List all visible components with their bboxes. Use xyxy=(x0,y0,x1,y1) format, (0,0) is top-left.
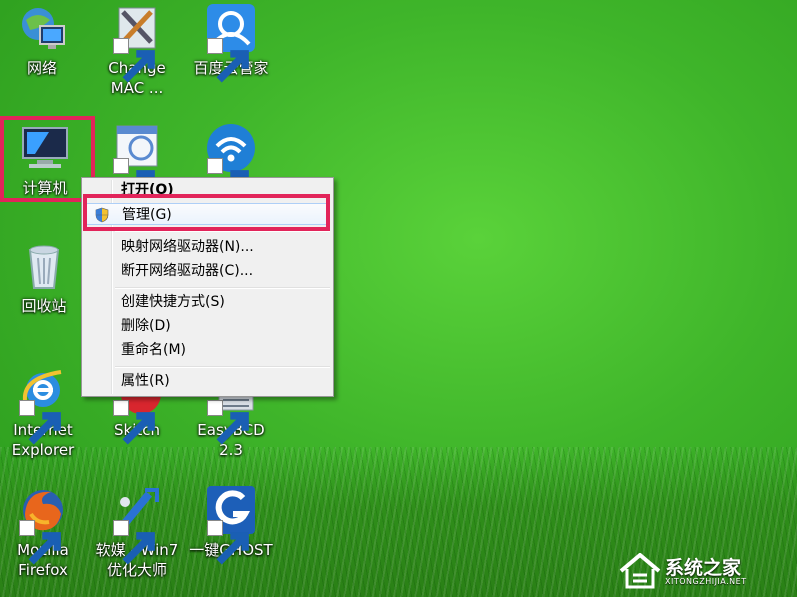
shortcut-arrow-icon xyxy=(113,400,155,445)
menu-item-label: 断开网络驱动器(C)... xyxy=(121,263,254,279)
desktop-icon-internet-explorer[interactable]: Internet Explorer xyxy=(0,364,89,460)
menu-item-delete[interactable]: 删除(D) xyxy=(85,315,330,337)
internet-explorer-icon xyxy=(17,364,69,445)
manage-item-highlight xyxy=(83,194,330,231)
icon-label: 网络 xyxy=(26,59,57,77)
menu-item-label: 创建快捷方式(S) xyxy=(121,294,225,310)
desktop-icon-change-mac[interactable]: Change MAC ... xyxy=(91,2,183,98)
shortcut-arrow-icon xyxy=(207,38,249,83)
desktop-icon-onekey-ghost[interactable]: 一键GHOST xyxy=(185,484,277,565)
icon-label: 回收站 xyxy=(21,297,67,315)
firefox-icon xyxy=(17,484,69,565)
ghost-icon xyxy=(205,484,257,565)
desktop-icon-firefox[interactable]: Mozilla Firefox xyxy=(0,484,89,580)
desktop-icon-baidu-cloud[interactable]: 百度云管家 xyxy=(185,2,277,83)
shortcut-arrow-icon xyxy=(113,38,155,83)
menu-item-rename[interactable]: 重命名(M) xyxy=(85,339,330,361)
watermark-text: 系统之家 xyxy=(665,557,742,579)
menu-item-disconnect-network-drive[interactable]: 断开网络驱动器(C)... xyxy=(85,260,330,282)
cloud-icon xyxy=(205,2,257,83)
desktop-icon-wifi-app[interactable] xyxy=(185,122,277,203)
wifi-icon xyxy=(205,122,257,203)
tools-icon xyxy=(111,2,163,83)
network-icon xyxy=(16,2,68,54)
optimizer-icon xyxy=(111,484,163,565)
menu-item-label: 删除(D) xyxy=(121,318,171,334)
shortcut-arrow-icon xyxy=(19,400,61,445)
menu-separator xyxy=(115,366,330,368)
recycle-bin-icon xyxy=(18,240,70,292)
window-icon xyxy=(111,122,163,203)
house-logo-icon xyxy=(619,553,661,589)
desktop-icon-win7-optimizer[interactable]: 软媒 - Win7 优化大师 xyxy=(91,484,183,580)
watermark-subtext: XITONGZHIJIA.NET xyxy=(665,577,747,586)
menu-item-create-shortcut[interactable]: 创建快捷方式(S) xyxy=(85,291,330,313)
menu-item-properties[interactable]: 属性(R) xyxy=(85,370,330,392)
desktop-icon-network[interactable]: 网络 xyxy=(0,2,88,78)
menu-item-label: 重命名(M) xyxy=(121,342,187,358)
menu-item-label: 映射网络驱动器(N)... xyxy=(121,239,254,255)
desktop-icon-recycle-bin[interactable]: 回收站 xyxy=(0,240,90,316)
site-watermark: 系统之家 XITONGZHIJIA.NET xyxy=(617,551,789,591)
shortcut-arrow-icon xyxy=(207,520,249,565)
shortcut-arrow-icon xyxy=(207,400,249,445)
menu-separator xyxy=(115,287,330,289)
shortcut-arrow-icon xyxy=(19,520,61,565)
desktop-icon-unknown-app[interactable] xyxy=(91,122,183,203)
menu-item-map-network-drive[interactable]: 映射网络驱动器(N)... xyxy=(85,236,330,258)
shortcut-arrow-icon xyxy=(207,158,249,203)
menu-item-label: 属性(R) xyxy=(121,373,170,389)
shortcut-arrow-icon xyxy=(113,520,155,565)
shortcut-arrow-icon xyxy=(113,158,155,203)
